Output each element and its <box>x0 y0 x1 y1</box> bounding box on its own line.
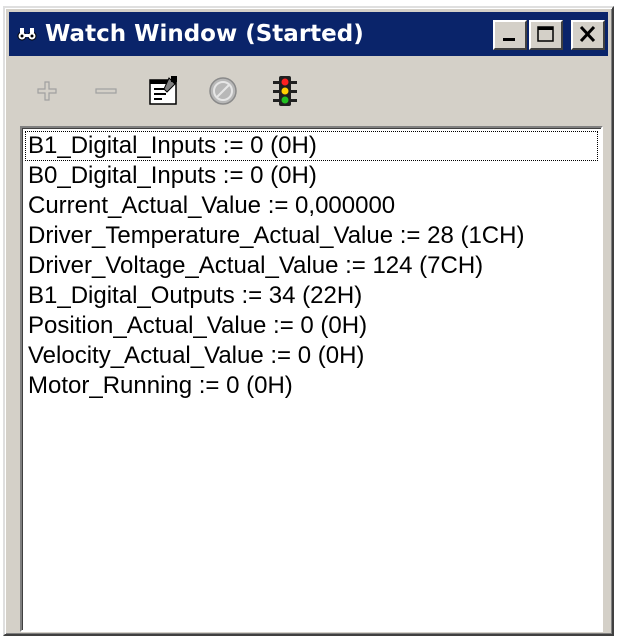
stop-button[interactable] <box>205 74 241 108</box>
toolbar <box>9 64 608 120</box>
title-bar[interactable]: Watch Window (Started) <box>9 12 608 56</box>
watch-item[interactable]: Position_Actual_Value := 0 (0H) <box>25 311 601 341</box>
watch-item[interactable]: B1_Digital_Inputs := 0 (0H) <box>25 131 598 161</box>
properties-icon <box>149 76 177 105</box>
watch-window: Watch Window (Started) B1_Digital_Inputs… <box>3 6 614 636</box>
traffic-light-icon <box>273 76 297 106</box>
watch-item[interactable]: Current_Actual_Value := 0,000000 <box>25 191 601 221</box>
watch-list[interactable]: B1_Digital_Inputs := 0 (0H) B0_Digital_I… <box>20 126 603 632</box>
minimize-button[interactable] <box>493 20 527 50</box>
properties-button[interactable] <box>145 74 181 108</box>
watch-item[interactable]: B1_Digital_Outputs := 34 (22H) <box>25 281 601 311</box>
run-button[interactable] <box>267 74 303 108</box>
watch-glasses-icon <box>17 25 37 43</box>
maximize-icon <box>537 26 554 42</box>
minimize-icon <box>503 38 515 41</box>
window-title: Watch Window (Started) <box>45 21 364 47</box>
watch-item[interactable]: B0_Digital_Inputs := 0 (0H) <box>25 161 601 191</box>
close-icon <box>579 25 596 43</box>
watch-item[interactable]: Velocity_Actual_Value := 0 (0H) <box>25 341 601 371</box>
close-button[interactable] <box>571 20 605 50</box>
watch-item[interactable]: Driver_Temperature_Actual_Value := 28 (1… <box>25 221 601 251</box>
remove-watch-button[interactable] <box>89 74 125 108</box>
watch-item[interactable]: Motor_Running := 0 (0H) <box>25 371 601 401</box>
stop-icon <box>209 77 237 105</box>
maximize-button[interactable] <box>529 20 563 50</box>
plus-icon <box>37 81 57 101</box>
watch-item[interactable]: Driver_Voltage_Actual_Value := 124 (7CH) <box>25 251 601 281</box>
add-watch-button[interactable] <box>29 74 65 108</box>
minus-icon <box>95 88 117 94</box>
